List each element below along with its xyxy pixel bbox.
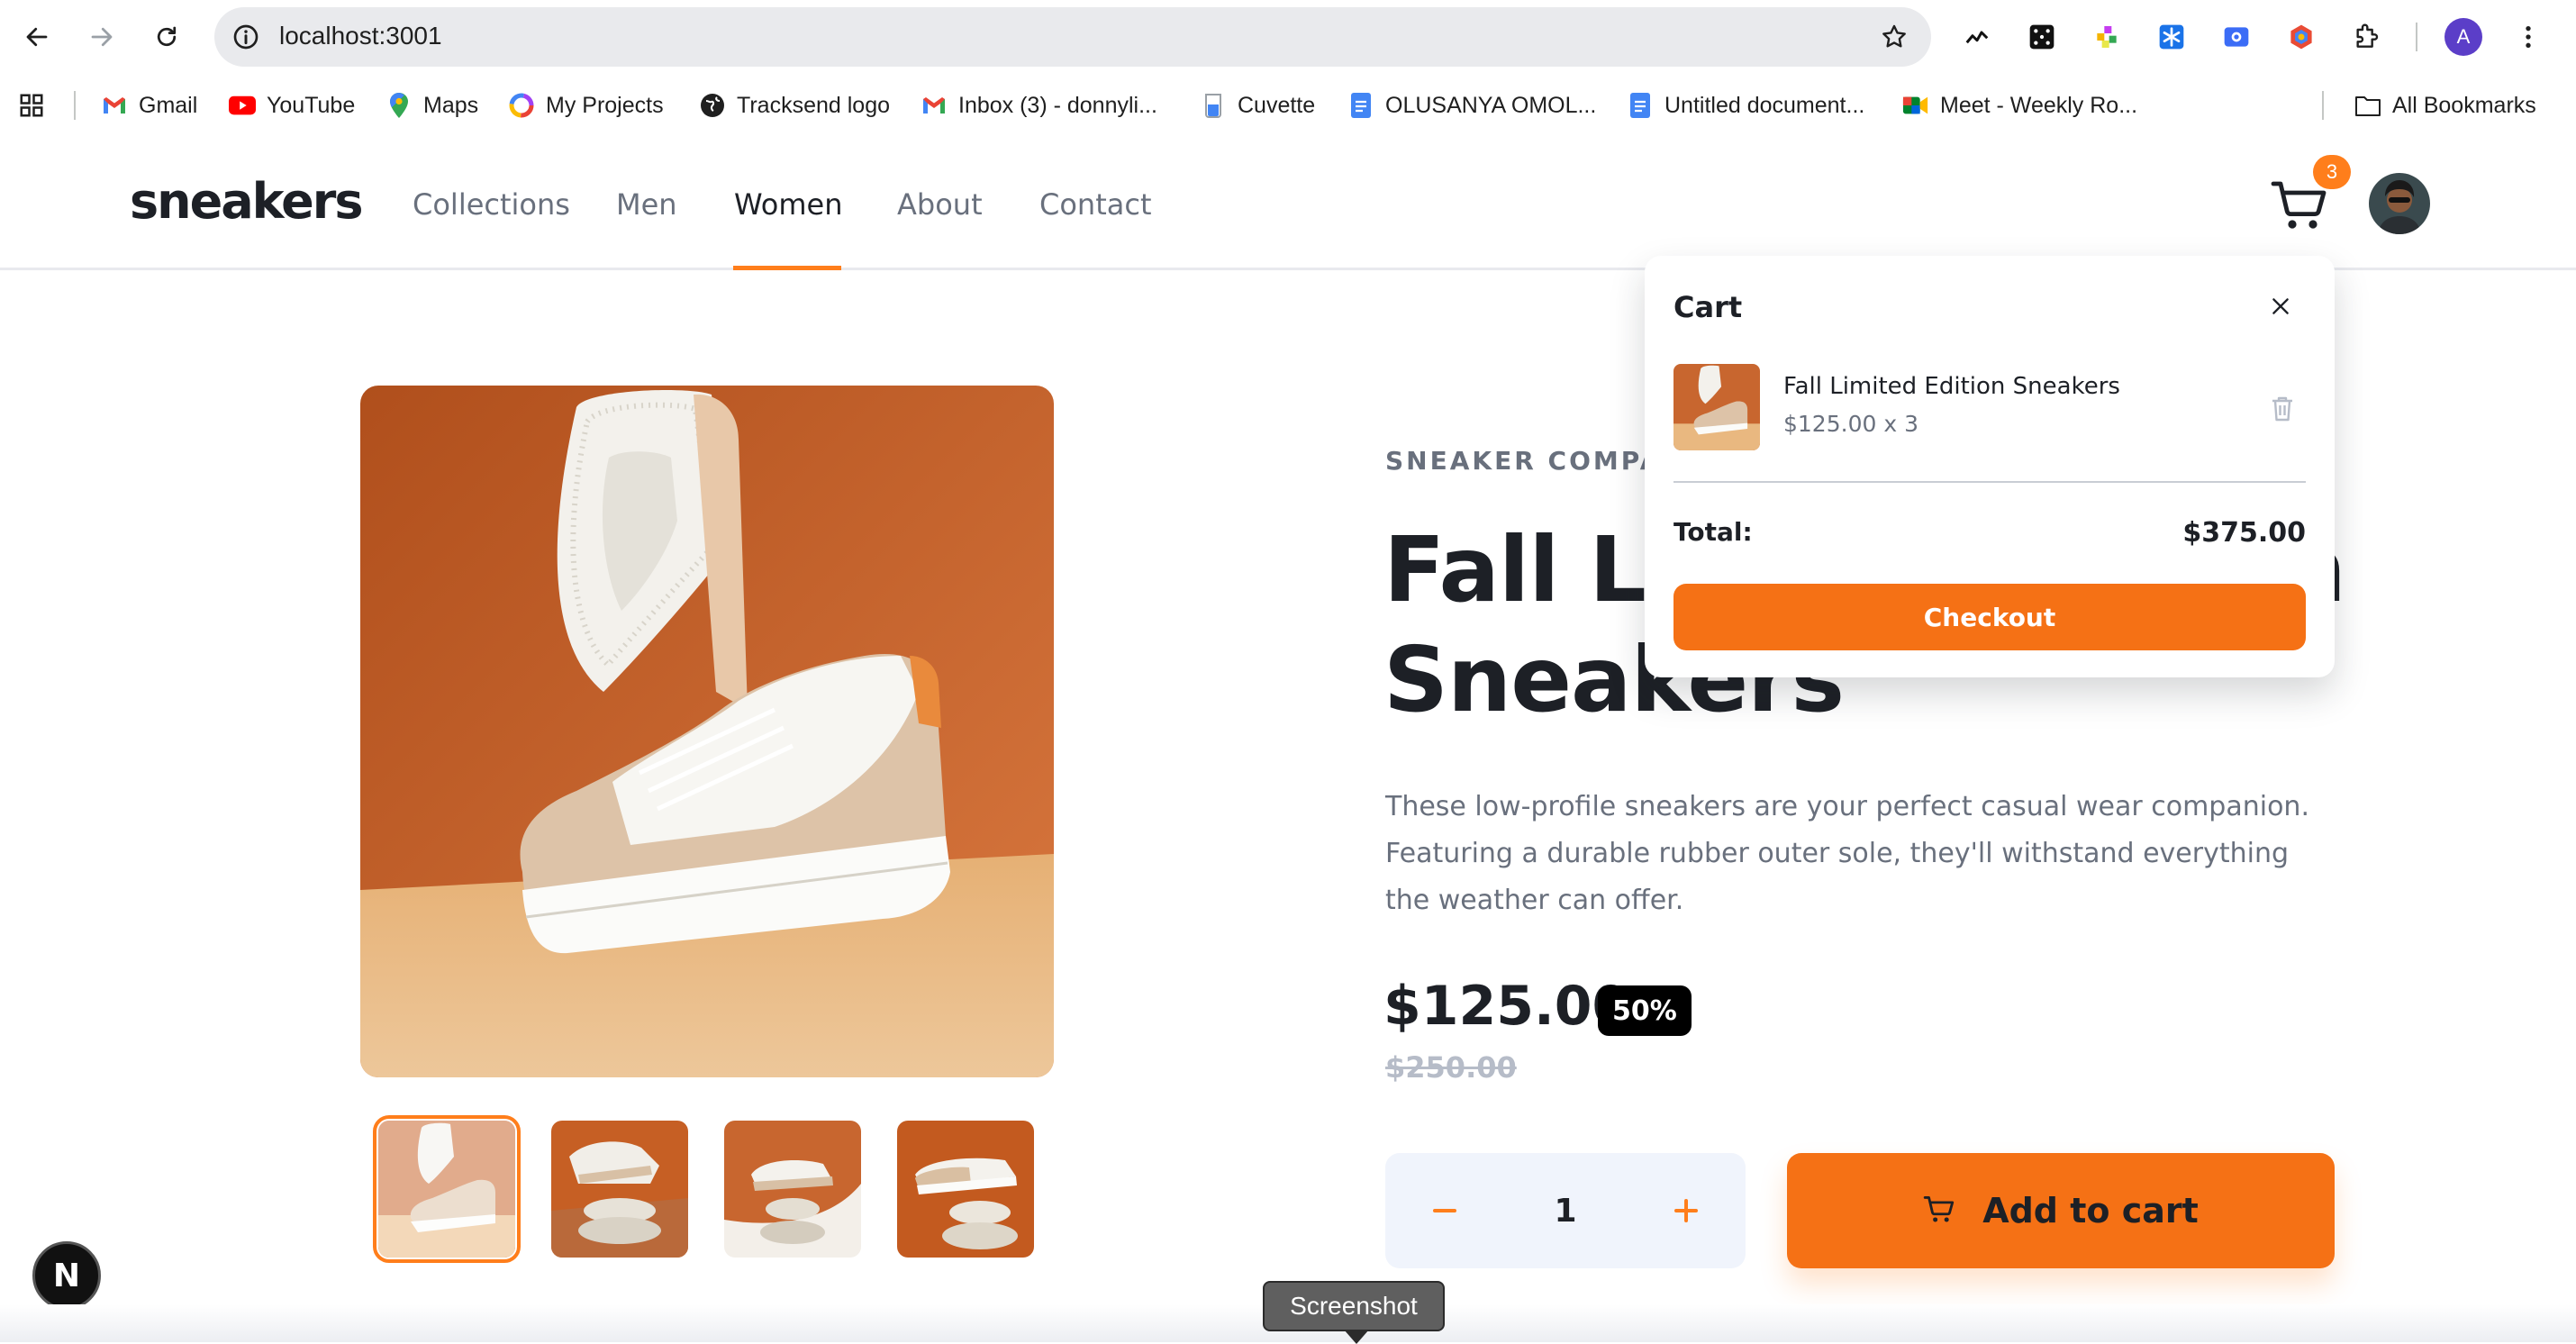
bookmark-label: Untitled document... (1664, 92, 1865, 118)
back-arrow-icon[interactable] (16, 16, 58, 58)
decrease-quantity-button[interactable] (1418, 1184, 1472, 1238)
gmail-icon (101, 92, 128, 119)
cart-total-label: Total: (1673, 517, 1753, 547)
screenshot-tooltip: Screenshot (1263, 1281, 1445, 1344)
site-header: sneakers Collections Men Women About Con… (0, 137, 2576, 270)
all-bookmarks-label: All Bookmarks (2392, 92, 2536, 118)
user-avatar[interactable] (2369, 173, 2430, 234)
bookmark-label: Inbox (3) - donnyli... (958, 92, 1157, 118)
bookmark-label: Tracksend logo (737, 92, 890, 118)
cart-item-thumbnail (1673, 364, 1760, 450)
bookmarks-divider (74, 91, 76, 120)
cuvette-icon (1200, 92, 1227, 119)
thumbnail-2[interactable] (551, 1121, 688, 1258)
docs-icon (1627, 92, 1654, 119)
all-bookmarks-folder[interactable]: All Bookmarks (2354, 88, 2536, 123)
discount-badge: 50% (1598, 985, 1692, 1036)
current-price: $125.00 (1383, 975, 1630, 1038)
meet-icon (1902, 92, 1929, 119)
bookmark-label: Meet - Weekly Ro... (1940, 92, 2138, 118)
nav-men[interactable]: Men (616, 187, 677, 222)
site-info-icon[interactable] (227, 18, 265, 56)
bookmark-label: Maps (423, 92, 479, 118)
bookmark-label: My Projects (546, 92, 664, 118)
gmail-icon (921, 92, 948, 119)
cart-popover: Cart Fall Limited Edition Sneakers $125.… (1645, 256, 2335, 677)
thumbnail-1[interactable] (373, 1115, 521, 1263)
profile-avatar[interactable]: A (2444, 18, 2482, 56)
puzzle-extensions-icon[interactable] (2349, 20, 2383, 54)
snowflake-extension-icon[interactable] (2154, 20, 2189, 54)
nextjs-dev-indicator[interactable]: N (32, 1241, 101, 1310)
nav-about[interactable]: About (897, 187, 983, 222)
checkout-button[interactable]: Checkout (1673, 584, 2306, 650)
cart-total-value: $375.00 (2182, 517, 2306, 549)
bookmark-untitled[interactable]: Untitled document... (1627, 88, 1864, 123)
thumbnail-4[interactable] (897, 1121, 1034, 1258)
bookmark-tracksend[interactable]: Tracksend logo (699, 88, 890, 123)
quantity-value: 1 (1554, 1192, 1577, 1230)
cart-divider (1673, 481, 2306, 483)
trash-icon[interactable] (2266, 391, 2299, 427)
kebab-menu-icon[interactable] (2511, 20, 2545, 54)
add-to-cart-button[interactable]: Add to cart (1787, 1153, 2335, 1268)
docs-icon (1347, 92, 1374, 119)
bookmarks-bar: Gmail YouTube Maps My Projects Tracksend… (0, 74, 2576, 137)
bookmark-gmail[interactable]: Gmail (101, 88, 197, 123)
bookmark-cuvette[interactable]: Cuvette (1200, 88, 1315, 123)
nav-women[interactable]: Women (734, 187, 842, 222)
bookmark-label: Gmail (139, 92, 198, 118)
bookmark-olusanya[interactable]: OLUSANYA OMOL... (1347, 88, 1596, 123)
maps-pin-icon (385, 92, 413, 119)
bookmark-label: YouTube (267, 92, 356, 118)
cart-title: Cart (1673, 290, 1743, 324)
youtube-icon (229, 92, 256, 119)
page-content: sneakers Collections Men Women About Con… (0, 137, 2576, 1344)
browser-toolbar: localhost:3001 A (0, 0, 2576, 74)
toolbar-divider (2416, 23, 2417, 51)
bookmark-star-icon[interactable] (1877, 20, 1911, 54)
bookmark-label: OLUSANYA OMOL... (1385, 92, 1597, 118)
record-extension-icon[interactable] (2219, 20, 2254, 54)
url-text[interactable]: localhost:3001 (279, 22, 442, 50)
globe-icon (699, 92, 726, 119)
forward-arrow-icon[interactable] (81, 16, 122, 58)
pixel-extension-icon[interactable] (2090, 20, 2124, 54)
site-logo[interactable]: sneakers (130, 173, 364, 230)
analytics-extension-icon[interactable] (1960, 20, 1994, 54)
bookmark-my-projects[interactable]: My Projects (508, 88, 664, 123)
apps-grid-icon[interactable] (18, 88, 45, 123)
thumbnail-3[interactable] (724, 1121, 861, 1258)
projects-ring-icon (508, 92, 535, 119)
nav-collections[interactable]: Collections (413, 187, 570, 222)
cart-item-name: Fall Limited Edition Sneakers (1783, 373, 2120, 400)
active-nav-indicator (733, 266, 841, 270)
reload-icon[interactable] (146, 16, 187, 58)
folder-icon (2354, 92, 2381, 119)
close-icon[interactable] (2263, 288, 2299, 324)
increase-quantity-button[interactable] (1659, 1184, 1713, 1238)
cart-icon (1923, 1194, 1955, 1228)
bookmarks-divider (2322, 91, 2324, 120)
cart-item-price-calc: $125.00 x 3 (1783, 411, 1918, 437)
hexagon-extension-icon[interactable] (2284, 20, 2318, 54)
main-product-image[interactable] (360, 386, 1054, 1077)
original-price: $250.00 (1385, 1050, 1517, 1085)
nav-contact[interactable]: Contact (1039, 187, 1152, 222)
bookmark-maps[interactable]: Maps (385, 88, 478, 123)
bookmark-label: Cuvette (1238, 92, 1316, 118)
cart-count-badge: 3 (2313, 155, 2351, 189)
add-to-cart-label: Add to cart (1982, 1191, 2199, 1230)
bookmark-meet[interactable]: Meet - Weekly Ro... (1902, 88, 2137, 123)
quantity-stepper: 1 (1385, 1153, 1746, 1268)
product-description: These low-profile sneakers are your perf… (1385, 791, 2309, 916)
dice-extension-icon[interactable] (2025, 20, 2059, 54)
bookmark-inbox[interactable]: Inbox (3) - donnyli... (921, 88, 1157, 123)
bookmark-youtube[interactable]: YouTube (229, 88, 355, 123)
address-bar[interactable]: localhost:3001 (214, 7, 1931, 67)
